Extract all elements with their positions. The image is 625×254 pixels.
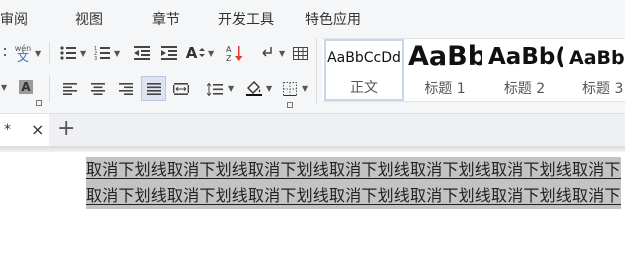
numbered-list-icon[interactable]: 123	[92, 42, 112, 64]
close-tab-icon[interactable]: ×	[31, 120, 44, 139]
paragraph-dialog-launcher-icon[interactable]	[286, 101, 294, 109]
document-tab-label: *	[4, 122, 11, 138]
paragraph-mark-dropdown-icon[interactable]: ▼	[279, 49, 285, 58]
tab-developer-tools[interactable]: 开发工具	[218, 9, 274, 29]
tab-review[interactable]: 审阅	[0, 9, 28, 29]
style-name: 标题 3	[582, 81, 624, 97]
character-shading-letter: A	[19, 80, 33, 94]
left-dropdown-icon[interactable]: ▼	[1, 83, 7, 92]
table-icon[interactable]	[290, 42, 310, 64]
separator	[49, 42, 50, 64]
increase-indent-icon[interactable]	[158, 42, 180, 64]
style-heading-1[interactable]: AaBb 标题 1	[408, 39, 482, 101]
tab-view[interactable]: 视图	[75, 9, 103, 29]
document-tab-bar: * × +	[0, 113, 625, 149]
style-name: 标题 1	[424, 81, 466, 97]
borders-icon[interactable]	[280, 78, 300, 100]
document-page[interactable]: 取消下划线取消下划线取消下划线取消下划线取消下划线取消下划线取消下划线 取消下划…	[0, 152, 625, 254]
tab-special-apps[interactable]: 特色应用	[305, 9, 361, 29]
pinyin-dropdown-icon[interactable]: ▼	[35, 49, 41, 58]
align-center-icon[interactable]	[88, 78, 108, 100]
justify-button[interactable]	[141, 76, 166, 101]
separator	[316, 38, 317, 104]
line-spacing-icon[interactable]	[204, 78, 226, 100]
bullet-list-icon[interactable]	[58, 42, 78, 64]
style-sample: AaBbCcDd	[327, 50, 401, 66]
font-size-change-icon[interactable]: A	[185, 42, 207, 64]
tab-sections[interactable]: 章节	[152, 9, 180, 29]
shading-dropdown-icon[interactable]: ▼	[266, 84, 272, 93]
style-heading-2[interactable]: AaBb( 标题 2	[486, 39, 563, 101]
bullet-dropdown-icon[interactable]: ▼	[80, 49, 86, 58]
paragraph-mark-icon[interactable]	[256, 42, 278, 64]
align-right-icon[interactable]	[116, 78, 136, 100]
svg-text:A: A	[226, 45, 232, 54]
style-sample: AaBb	[569, 47, 625, 69]
styles-gallery: AaBbCcDd 正文 AaBb 标题 1 AaBb( 标题 2 AaBb 标题…	[322, 38, 625, 102]
svg-text:Z: Z	[226, 54, 232, 62]
document-line-2[interactable]: 取消下划线取消下划线取消下划线取消下划线取消下划线取消下划线取消下划线	[86, 183, 621, 209]
style-name: 正文	[350, 80, 378, 96]
document-line-1[interactable]: 取消下划线取消下划线取消下划线取消下划线取消下划线取消下划线取消下划线	[86, 157, 621, 183]
sort-icon[interactable]: AZ	[224, 42, 246, 64]
justify-icon	[146, 82, 161, 95]
partial-icon-left[interactable]	[2, 42, 12, 64]
document-tab[interactable]: * ×	[0, 114, 49, 149]
pinyin-guide-button[interactable]: wén 文	[12, 42, 34, 64]
separator	[49, 76, 50, 102]
font-dialog-launcher-icon[interactable]	[35, 99, 43, 107]
borders-dropdown-icon[interactable]: ▼	[302, 84, 308, 93]
shading-fill-icon[interactable]	[243, 76, 265, 98]
align-left-icon[interactable]	[60, 78, 80, 100]
numbered-dropdown-icon[interactable]: ▼	[114, 49, 120, 58]
style-sample: AaBb(	[488, 44, 563, 70]
decrease-indent-icon[interactable]	[131, 42, 153, 64]
style-heading-3[interactable]: AaBb 标题 3	[566, 39, 625, 101]
character-shading-icon[interactable]: A	[14, 76, 38, 98]
new-tab-icon[interactable]: +	[57, 116, 75, 141]
style-normal[interactable]: AaBbCcDd 正文	[324, 39, 404, 101]
pinyin-bottom-text: 文	[16, 50, 29, 64]
style-sample: AaBb	[408, 41, 482, 72]
font-size-dropdown-icon[interactable]: ▼	[208, 49, 214, 58]
svg-text:3: 3	[94, 56, 97, 60]
font-size-letter: A	[185, 44, 198, 62]
style-name: 标题 2	[503, 81, 546, 97]
line-spacing-dropdown-icon[interactable]: ▼	[228, 84, 234, 93]
distributed-align-icon[interactable]	[171, 78, 191, 100]
